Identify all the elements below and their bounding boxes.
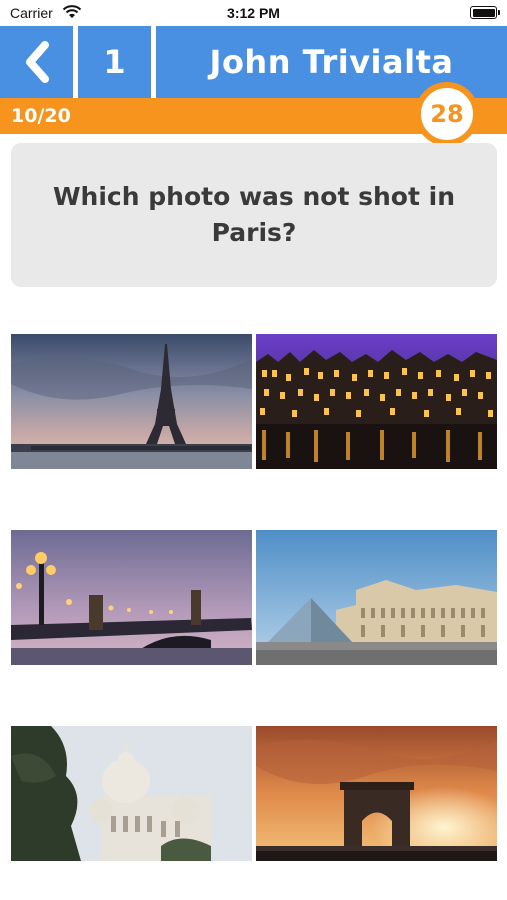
score-badge: 28	[415, 82, 479, 146]
pont-alexandre-iii-bridge-photo-icon	[11, 530, 252, 665]
sacre-coeur-basilica-photo-icon	[11, 726, 252, 861]
arc-de-triomphe-photo-icon	[256, 726, 497, 861]
level-number: 1	[103, 43, 126, 81]
question-text: Which photo was not shot in Paris?	[52, 182, 455, 247]
back-button[interactable]	[0, 26, 73, 98]
answer-photo-3[interactable]	[11, 530, 252, 665]
answer-photo-5[interactable]	[11, 726, 252, 861]
answer-photo-2[interactable]	[256, 334, 497, 469]
status-bar: Carrier 3:12 PM	[0, 0, 507, 26]
chevron-left-icon	[25, 41, 49, 83]
clock-time: 3:12 PM	[227, 5, 280, 21]
question-card: Which photo was not shot in Paris?	[11, 143, 497, 287]
answer-photo-4[interactable]	[256, 530, 497, 665]
answer-photo-1[interactable]	[11, 334, 252, 469]
louvre-pyramid-photo-icon	[256, 530, 497, 665]
answer-photo-6[interactable]	[256, 726, 497, 861]
battery-icon	[470, 6, 500, 19]
question-progress-label: 10/20	[11, 105, 71, 127]
eiffel-tower-photo-icon	[11, 334, 252, 469]
amsterdam-canal-houses-photo-icon	[256, 334, 497, 469]
